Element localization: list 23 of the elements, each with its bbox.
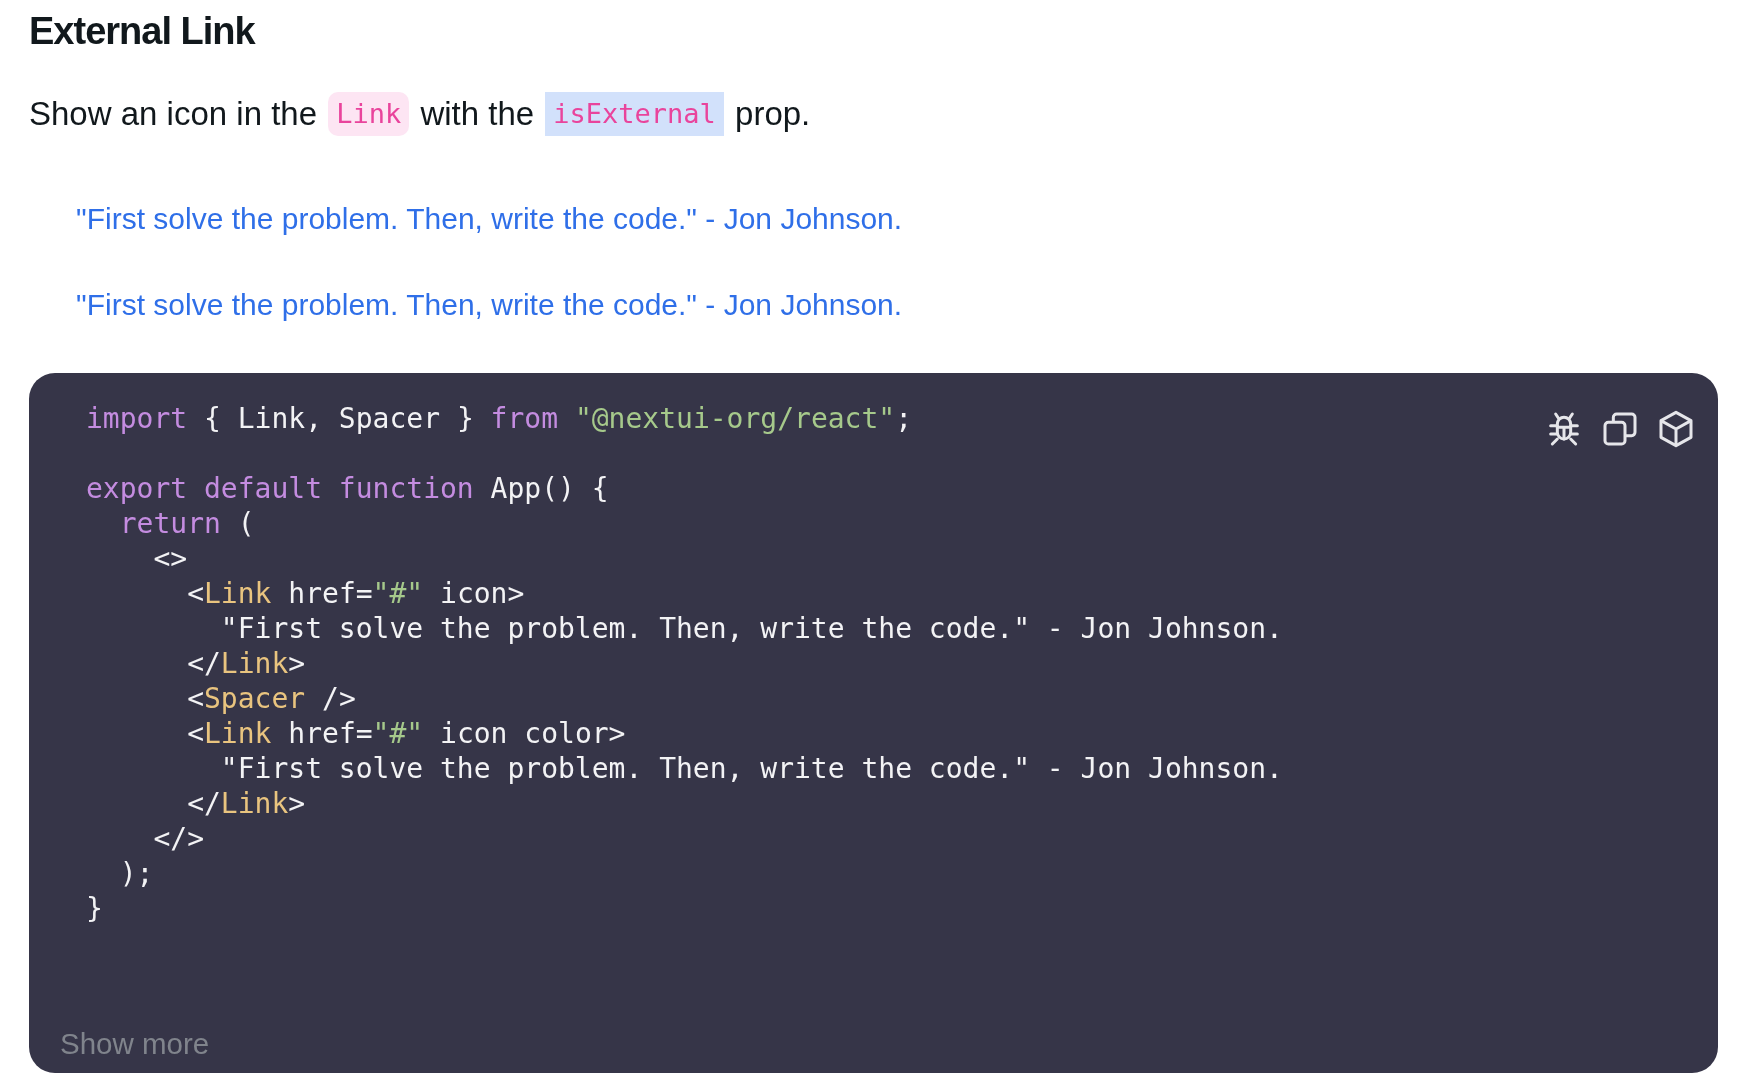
code-line: export default function App() { (86, 471, 609, 506)
code-line: <Spacer /> (186, 681, 356, 716)
inline-code: isExternal (545, 92, 724, 136)
description-text: prop. (734, 94, 811, 134)
code-line: "First solve the problem. Then, write the code." - Jon Johnson. (219, 611, 1283, 646)
code-line: </Link> (186, 786, 306, 821)
inline-code: Link (328, 92, 410, 136)
code-line: </> (152, 821, 204, 856)
section-heading: External Link (29, 9, 255, 54)
code-line: import { Link, Spacer } from "@nextui-org/react"; (86, 401, 913, 436)
quote-link[interactable]: "First solve the problem. Then, write the code." - Jon Johnson. (76, 201, 903, 237)
code-line: "First solve the problem. Then, write the code." - Jon Johnson. (219, 751, 1283, 786)
code-line: <Link href="#" icon color> (186, 716, 626, 751)
quote-link[interactable]: "First solve the problem. Then, write the code." - Jon Johnson. (76, 287, 903, 323)
code-line: <> (152, 541, 188, 576)
code-line: } (86, 891, 103, 926)
code-line: <Link href="#" icon> (186, 576, 525, 611)
description-text: Show an icon in the (29, 94, 319, 134)
description-text: with the (419, 94, 536, 134)
show-more-button[interactable]: Show more (60, 1027, 210, 1061)
code-line: return ( (118, 506, 255, 541)
code-line: </Link> (186, 646, 306, 681)
code-line: ); (118, 856, 154, 891)
